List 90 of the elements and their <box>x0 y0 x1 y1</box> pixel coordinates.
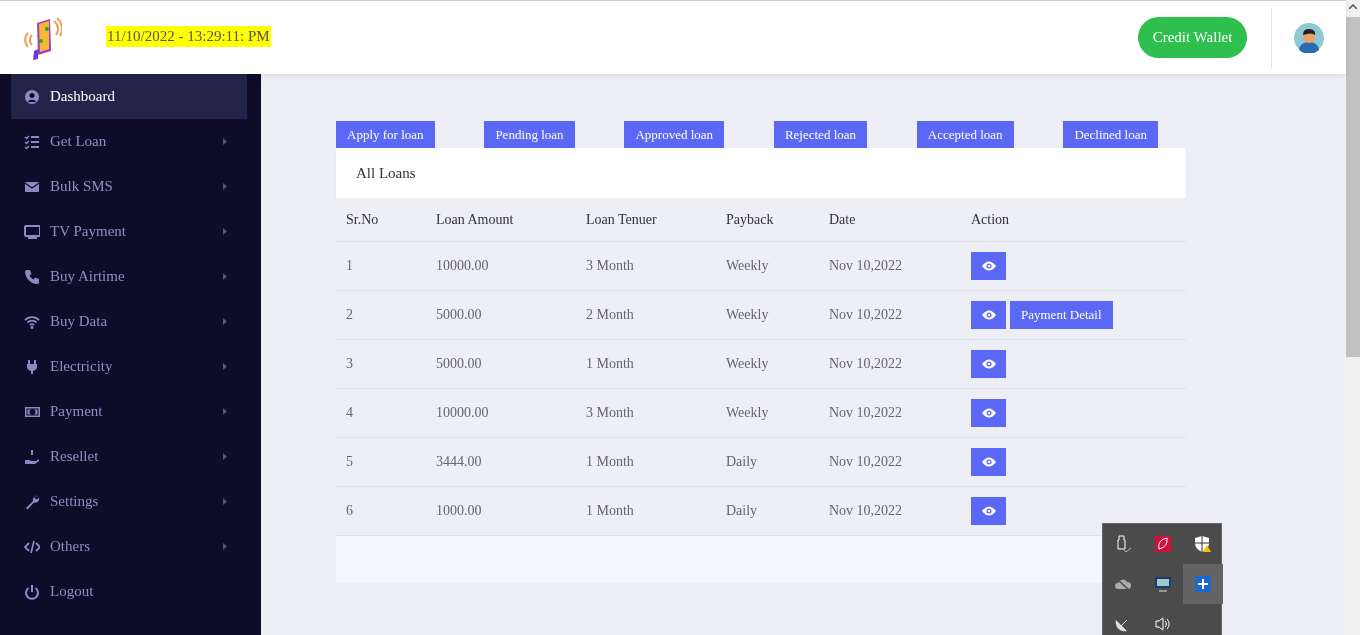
table-cell: 3 Month <box>576 388 716 438</box>
table-cell: 1 Month <box>576 437 716 487</box>
sidebar-item[interactable]: Buy Airtime <box>11 254 247 299</box>
table-cell: Weekly <box>716 290 819 340</box>
avatar-icon[interactable] <box>1294 22 1324 53</box>
scrollbar-thumb[interactable] <box>1346 17 1360 357</box>
eye-icon <box>981 359 996 369</box>
column-header: Sr.No <box>336 198 426 242</box>
sidebar-item[interactable]: Get Loan <box>11 119 247 164</box>
date-time-text: 11/10/2022 - 13:29:11: PM <box>106 26 271 47</box>
sidebar-item[interactable]: Resellet <box>11 434 247 479</box>
sidebar-item[interactable]: Logout <box>11 569 247 614</box>
view-button[interactable] <box>971 252 1006 280</box>
table-cell: Nov 10,2022 <box>819 339 961 389</box>
table-cell: 2 Month <box>576 290 716 340</box>
monitor-app-icon[interactable] <box>1154 575 1172 593</box>
checklist-icon <box>24 133 40 150</box>
filter-button[interactable]: Approved loan <box>624 121 725 148</box>
table-cell: 10000.00 <box>426 388 576 438</box>
sidebar-item[interactable]: Payment <box>11 389 247 434</box>
table-cell: Daily <box>716 486 819 536</box>
table-cell: Nov 10,2022 <box>819 486 961 536</box>
table-cell: 5000.00 <box>426 290 576 340</box>
filter-button[interactable]: Rejected loan <box>773 121 867 148</box>
table-cell: 6 <box>336 486 426 536</box>
wifi-icon <box>24 313 40 330</box>
eye-icon <box>981 310 996 320</box>
table-cell: 2 <box>336 290 426 340</box>
scrollbar[interactable] <box>1346 0 1360 635</box>
view-button[interactable] <box>971 399 1006 427</box>
phone-logo-icon <box>24 14 62 61</box>
filter-button[interactable]: Accepted loan <box>916 121 1014 148</box>
view-button[interactable] <box>971 497 1006 525</box>
sidebar-item[interactable]: TV Payment <box>11 209 247 254</box>
hand-coin-icon <box>24 448 40 465</box>
wrench-icon <box>24 493 40 510</box>
table-cell: Daily <box>716 437 819 487</box>
plus-app-icon[interactable] <box>1194 575 1212 593</box>
code-icon <box>24 538 40 555</box>
table-cell: Weekly <box>716 388 819 438</box>
table-cell: Nov 10,2022 <box>819 290 961 340</box>
filter-button[interactable]: Declined loan <box>1063 121 1158 148</box>
phone-icon <box>24 268 40 285</box>
table-cell: Weekly <box>716 339 819 389</box>
table-cell: 5 <box>336 437 426 487</box>
table-cell: Weekly <box>716 241 819 291</box>
table-cell: 4 <box>336 388 426 438</box>
sidebar-item[interactable]: Electricity <box>11 344 247 389</box>
column-header: Loan Tenuer <box>576 198 716 242</box>
table-cell: 1 Month <box>576 339 716 389</box>
table-cell: 3 Month <box>576 241 716 291</box>
monitor-icon <box>24 223 40 240</box>
view-button[interactable] <box>971 448 1006 476</box>
user-circle-icon <box>24 88 40 105</box>
table-cell: 1000.00 <box>426 486 576 536</box>
eye-icon <box>981 408 996 418</box>
payment-detail-button[interactable]: Payment Detail <box>1010 301 1113 329</box>
leaf-app-icon[interactable] <box>1154 535 1172 553</box>
eye-icon <box>981 506 996 516</box>
plug-icon <box>24 358 40 375</box>
sidebar-item[interactable]: Dashboard <box>11 74 247 119</box>
sidebar-item[interactable]: Others <box>11 524 247 569</box>
column-header: Date <box>819 198 961 242</box>
scroll-up-icon[interactable] <box>1349 4 1357 9</box>
table-cell: 1 Month <box>576 486 716 536</box>
table-cell: Nov 10,2022 <box>819 437 961 487</box>
table-cell: 5000.00 <box>426 339 576 389</box>
sidebar-item[interactable]: Settings <box>11 479 247 524</box>
power-icon <box>24 583 40 600</box>
sidebar-item[interactable]: Buy Data <box>11 299 247 344</box>
table-cell: 3444.00 <box>426 437 576 487</box>
column-header: Payback <box>716 198 819 242</box>
table-cell: 3 <box>336 339 426 389</box>
column-header: Loan Amount <box>426 198 576 242</box>
table-cell: 1 <box>336 241 426 291</box>
column-header: Action <box>961 198 1186 242</box>
speaker-icon[interactable] <box>1154 615 1172 633</box>
usb-drive-icon[interactable] <box>1114 535 1132 553</box>
table-cell: Nov 10,2022 <box>819 388 961 438</box>
filter-button[interactable]: Pending loan <box>484 121 575 148</box>
eye-icon <box>981 457 996 467</box>
sidebar-item[interactable]: Bulk SMS <box>11 164 247 209</box>
view-button[interactable] <box>971 350 1006 378</box>
table-title: All Loans <box>356 164 416 182</box>
table-cell: Nov 10,2022 <box>819 241 961 291</box>
shield-warning-icon[interactable] <box>1194 535 1212 553</box>
table-cell: 10000.00 <box>426 241 576 291</box>
view-button[interactable] <box>971 301 1006 329</box>
filter-button[interactable]: Apply for loan <box>336 121 435 148</box>
eye-icon <box>981 261 996 271</box>
